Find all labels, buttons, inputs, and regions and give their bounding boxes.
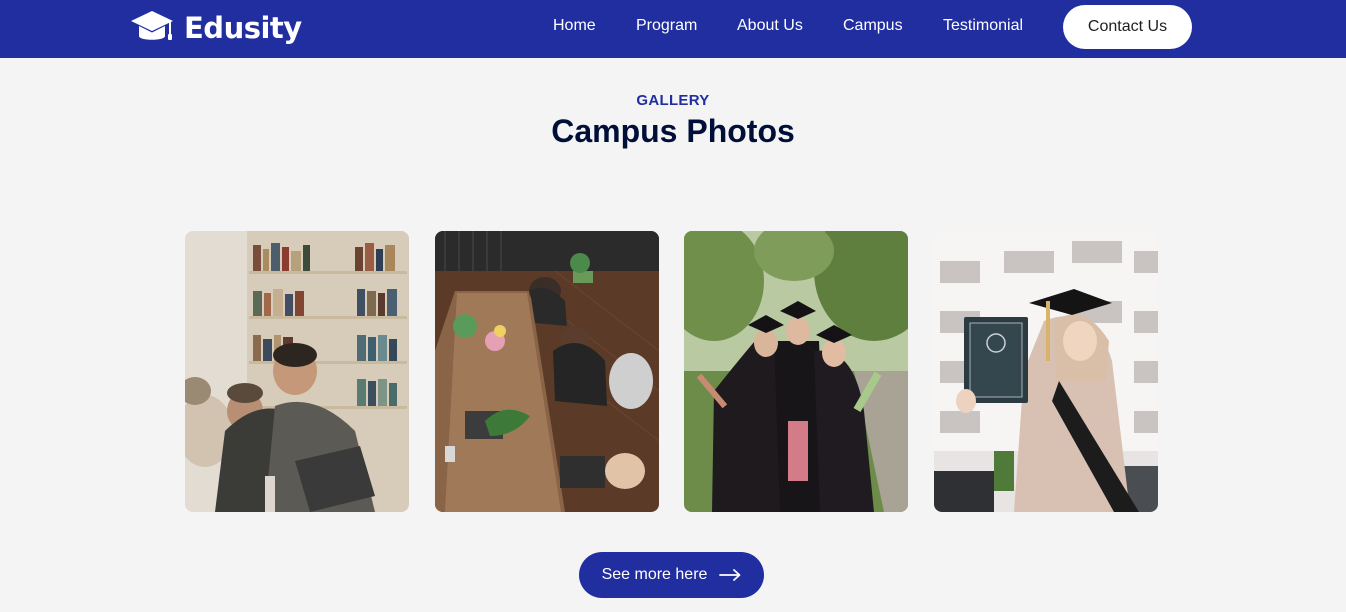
navbar: Edusity Home Program About Us Campus Tes… [0,0,1346,58]
gallery-photo-graduates [684,231,908,512]
section-subtitle: GALLERY [636,92,710,109]
gallery-photo-diploma [934,231,1158,512]
photo-gallery [185,231,1159,512]
gallery-photo-library [185,231,409,512]
brand-logo[interactable]: Edusity [130,8,302,48]
nav-home[interactable]: Home [553,17,596,35]
nav-about-us[interactable]: About Us [737,17,803,35]
see-more-button[interactable]: See more here [579,552,764,598]
contact-us-button[interactable]: Contact Us [1063,5,1192,49]
brand-name: Edusity [184,11,302,45]
nav-campus[interactable]: Campus [843,17,903,35]
nav-testimonial[interactable]: Testimonial [943,17,1023,35]
graduation-cap-icon [131,11,173,40]
section-title: Campus Photos [551,113,795,149]
gallery-photo-work-table [435,231,659,512]
nav-program[interactable]: Program [636,17,697,35]
see-more-label: See more here [601,566,708,583]
arrow-right-icon [719,569,741,581]
